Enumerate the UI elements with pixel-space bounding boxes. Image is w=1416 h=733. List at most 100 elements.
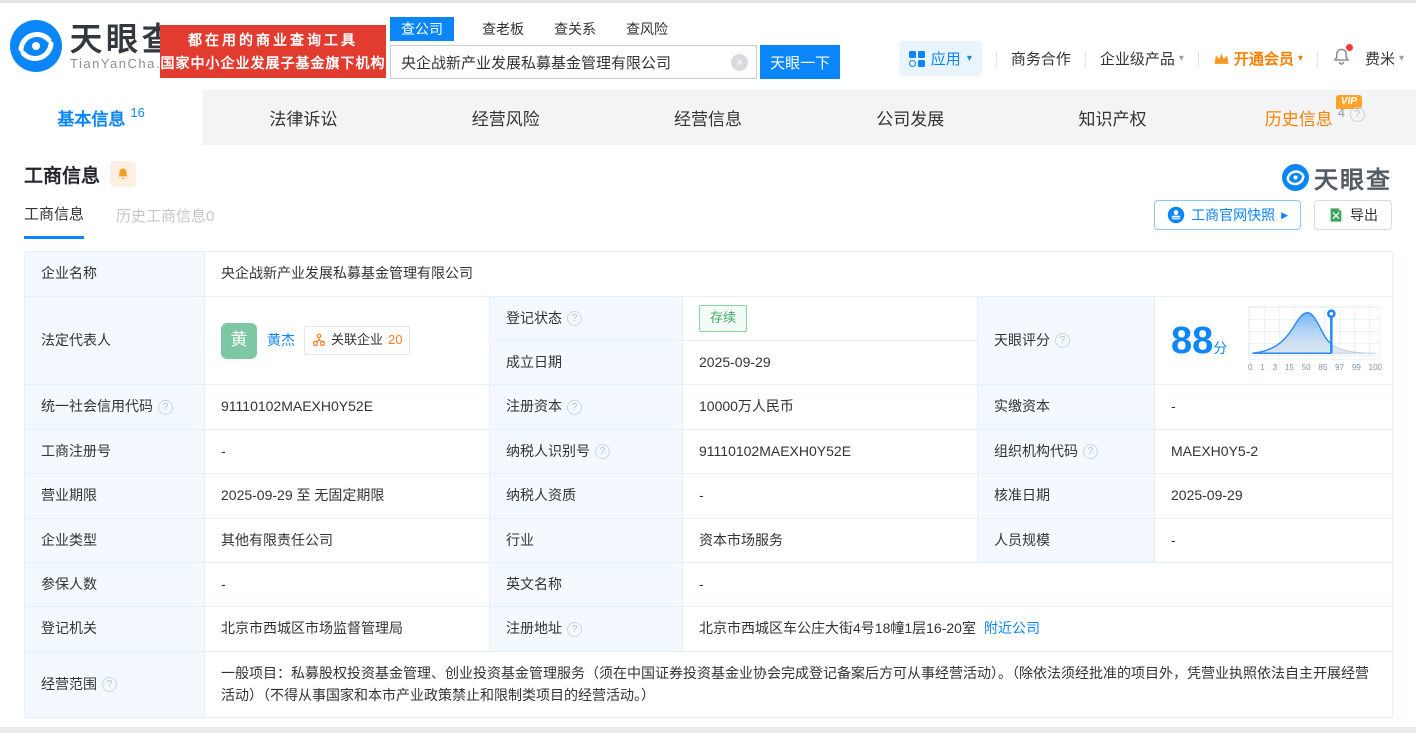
field-label-english-name: 英文名称 — [490, 563, 683, 607]
field-label-legal-representative: 法定代表人 — [25, 297, 205, 385]
related-network-icon — [313, 334, 325, 347]
field-label-registered-address: 注册地址 ? — [490, 607, 683, 652]
page-bottom-divider — [0, 727, 1416, 733]
search-tab-relation[interactable]: 查关系 — [552, 17, 598, 41]
help-icon[interactable]: ? — [1349, 107, 1365, 122]
legal-rep-name-link[interactable]: 黄杰 — [267, 330, 295, 352]
field-value-registered-capital: 10000万人民币 — [683, 385, 978, 430]
field-label-registered-capital: 注册资本 ? — [490, 385, 683, 430]
tab-business-info[interactable]: 经营信息 — [607, 90, 809, 145]
field-label-staff-size: 人员规模 — [978, 519, 1155, 563]
field-label-insured-count: 参保人数 — [25, 563, 205, 607]
crown-icon — [1214, 52, 1229, 64]
field-value-company-name: 央企战新产业发展私募基金管理有限公司 — [205, 252, 1393, 297]
field-value-establish-date: 2025-09-29 — [683, 341, 978, 385]
help-icon[interactable]: ? — [102, 677, 117, 692]
user-menu[interactable]: 费米 ▾ — [1365, 48, 1404, 69]
score-distribution-chart: 0 1 3 15 50 85 97 99 100 — [1248, 306, 1382, 374]
field-label-company-type: 企业类型 — [25, 519, 205, 563]
help-icon[interactable]: ? — [567, 621, 582, 637]
enterprise-label: 企业级产品 — [1099, 51, 1175, 68]
notifications-bell[interactable] — [1332, 44, 1353, 70]
tab-label: 法律诉讼 — [269, 110, 338, 129]
caret-down-icon: ▾ — [966, 53, 972, 64]
score-unit: 分 — [1213, 339, 1228, 356]
tab-label: 基本信息 — [57, 110, 126, 129]
field-value-registration-authority: 北京市西城区市场监督管理局 — [205, 607, 490, 652]
help-icon[interactable]: ? — [567, 399, 582, 415]
search-tab-risk[interactable]: 查风险 — [624, 17, 670, 41]
search-area: 查公司 查老板 查关系 查风险 × 天眼一下 — [390, 17, 840, 79]
field-label-industry: 行业 — [490, 519, 683, 563]
field-label-approval-date: 核准日期 — [978, 474, 1155, 519]
brand-slogan: 都在用的商业查询工具 国家中小企业发展子基金旗下机构 — [160, 25, 386, 78]
help-icon[interactable]: ? — [158, 399, 173, 415]
search-box: × — [390, 45, 758, 79]
tab-label: 经营信息 — [673, 110, 742, 129]
apps-menu[interactable]: 应用 ▾ — [898, 41, 982, 76]
watermark-text: 天眼查 — [1314, 167, 1392, 194]
site-header: 天眼查 TianYanCha.com 都在用的商业查询工具 国家中小企业发展子基… — [0, 3, 1416, 90]
tianyancha-logo-icon — [1282, 164, 1309, 191]
nav-business-cooperation[interactable]: 商务合作 — [1011, 48, 1071, 69]
subtab-history-registration[interactable]: 历史工商信息0 — [116, 205, 214, 238]
field-label-tianyan-score: 天眼评分 ? — [978, 297, 1155, 385]
subtab-current-registration[interactable]: 工商信息 — [24, 203, 85, 239]
monitor-bell-button[interactable] — [110, 161, 137, 187]
field-value-taxpayer-id: 91110102MAEXH0Y52E — [683, 430, 978, 474]
field-label-company-name: 企业名称 — [25, 252, 205, 297]
field-value-industry: 资本市场服务 — [683, 519, 978, 563]
arrow-right-icon: ▶ — [1281, 209, 1288, 220]
field-value-company-type: 其他有限责任公司 — [205, 519, 490, 563]
tab-label: 历史信息 — [1264, 110, 1333, 129]
field-value-registered-address: 北京市西城区车公庄大街4号18幢1层16-20室 附近公司 — [683, 607, 1393, 652]
nav-divider — [1316, 50, 1318, 67]
search-tabs: 查公司 查老板 查关系 查风险 — [390, 17, 840, 41]
field-value-tianyan-score: 88分 0 1 3 15 50 85 97 99 100 — [1155, 297, 1393, 385]
caret-down-icon: ▾ — [1178, 53, 1184, 64]
stamp-icon — [1167, 206, 1185, 224]
field-label-business-term: 营业期限 — [25, 474, 205, 519]
field-label-establish-date: 成立日期 — [490, 341, 683, 385]
nav-open-vip[interactable]: 开通会员 ▾ — [1213, 48, 1303, 69]
apps-label: 应用 — [930, 51, 961, 68]
tianyancha-watermark: 天眼查 — [1282, 160, 1392, 195]
tab-legal-proceedings[interactable]: 法律诉讼 — [202, 90, 404, 145]
field-value-insured-count: - — [205, 563, 490, 607]
tab-label: 公司发展 — [876, 110, 945, 129]
search-tab-company[interactable]: 查公司 — [390, 17, 454, 41]
field-label-credit-code: 统一社会信用代码 ? — [25, 385, 205, 430]
field-value-business-term: 2025-09-29 至 无固定期限 — [205, 474, 490, 519]
nav-enterprise-products[interactable]: 企业级产品 ▾ — [1100, 48, 1184, 69]
bell-icon — [118, 168, 128, 180]
tianyancha-logo-icon — [10, 20, 62, 72]
official-snapshot-button[interactable]: 工商官网快照 ▶ — [1154, 200, 1301, 230]
search-button[interactable]: 天眼一下 — [760, 45, 840, 79]
tab-history-info[interactable]: VIP 历史信息 4 ? — [1214, 90, 1416, 145]
field-label-business-scope: 经营范围 ? — [25, 652, 205, 718]
help-icon[interactable]: ? — [567, 311, 582, 326]
nav-divider — [1197, 50, 1199, 67]
tab-basic-info[interactable]: 基本信息 16 — [0, 90, 203, 145]
related-count: 20 — [388, 332, 403, 348]
search-input[interactable] — [391, 46, 757, 78]
export-button[interactable]: 导出 — [1314, 200, 1392, 230]
related-companies-badge[interactable]: 关联企业 20 — [304, 326, 411, 355]
legal-rep-avatar[interactable]: 黄 — [221, 322, 257, 359]
nav-divider — [1084, 50, 1086, 67]
vip-label: 开通会员 — [1233, 51, 1294, 68]
search-tab-boss[interactable]: 查老板 — [480, 17, 526, 41]
field-label-registration-authority: 登记机关 — [25, 607, 205, 652]
field-value-taxpayer-qualification: - — [683, 474, 978, 519]
nearby-companies-link[interactable]: 附近公司 — [984, 618, 1040, 640]
slogan-line1: 都在用的商业查询工具 — [188, 32, 358, 48]
tab-intellectual-property[interactable]: 知识产权 — [1011, 90, 1213, 145]
field-value-staff-size: - — [1155, 519, 1393, 563]
field-value-approval-date: 2025-09-29 — [1155, 474, 1393, 519]
tab-operational-risk[interactable]: 经营风险 — [405, 90, 607, 145]
section-title: 工商信息 — [24, 165, 101, 187]
help-icon[interactable]: ? — [1055, 333, 1070, 348]
help-icon[interactable]: ? — [595, 444, 610, 459]
help-icon[interactable]: ? — [1083, 444, 1098, 459]
tab-company-development[interactable]: 公司发展 — [809, 90, 1011, 145]
